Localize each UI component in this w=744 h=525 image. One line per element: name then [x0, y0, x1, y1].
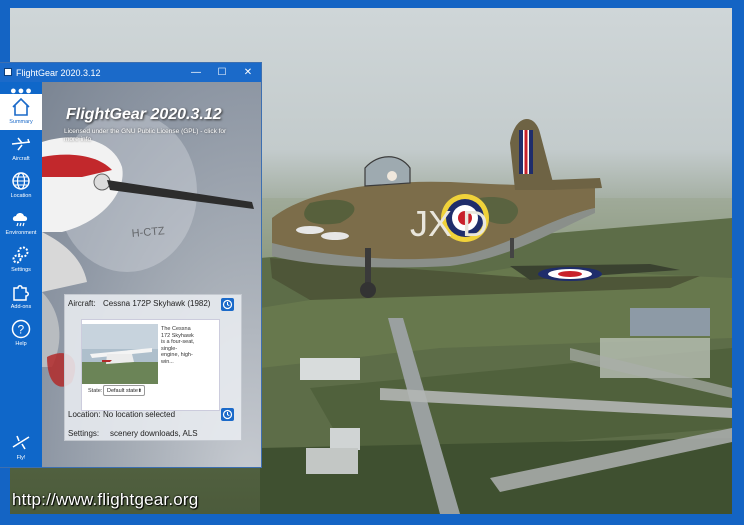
updown-icon: ⬍	[137, 388, 142, 394]
aircraft-preview-card: The Cessna 172 Skyhawk is a four-seat, s…	[81, 319, 220, 411]
sidebar-item-settings[interactable]: Settings	[0, 242, 42, 278]
aircraft-history-button[interactable]	[221, 298, 234, 311]
location-label: Location:	[68, 410, 101, 419]
app-icon	[4, 68, 12, 76]
aircraft-thumbnail[interactable]	[82, 324, 158, 384]
sidebar-item-help[interactable]: ? Help	[0, 316, 42, 352]
sidebar-item-label: Fly!	[16, 455, 26, 461]
globe-icon	[12, 172, 30, 190]
gears-icon	[12, 246, 29, 264]
window-titlebar[interactable]: FlightGear 2020.3.12 — ☐ ✕	[0, 63, 261, 82]
sidebar-item-addons[interactable]: Add-ons	[0, 279, 42, 315]
fly-icon	[12, 435, 30, 450]
launcher-window: FlightGear 2020.3.12 — ☐ ✕ ●●● Summary A…	[0, 63, 261, 467]
sidebar-item-label: Add-ons	[10, 304, 32, 310]
state-value: Default state	[107, 388, 138, 394]
sidebar-item-label: Aircraft	[12, 156, 30, 162]
sidebar-item-summary[interactable]: Summary	[0, 94, 42, 130]
clock-icon	[222, 299, 233, 310]
app-title: FlightGear 2020.3.12	[66, 106, 222, 123]
sidebar-item-aircraft[interactable]: Aircraft	[0, 131, 42, 167]
aircraft-description: The Cessna 172 Skyhawk is a four-seat, s…	[161, 326, 195, 365]
settings-label: Settings:	[68, 429, 100, 438]
sidebar-item-label: Settings	[11, 267, 31, 273]
help-icon: ?	[11, 319, 31, 339]
sidebar-item-environment[interactable]: Environment	[0, 205, 42, 241]
sidebar-item-label: Summary	[9, 119, 33, 125]
url-watermark: http://www.flightgear.org	[12, 490, 199, 509]
minimize-button[interactable]: —	[183, 65, 209, 80]
close-button[interactable]: ✕	[235, 65, 261, 80]
clock-icon	[222, 409, 233, 420]
home-icon	[12, 97, 30, 116]
aircraft-label: Aircraft:	[68, 299, 96, 308]
location-value[interactable]: No location selected	[103, 410, 175, 419]
sidebar-item-label: Environment	[5, 230, 37, 236]
puzzle-icon	[13, 285, 29, 301]
airplane-icon	[11, 137, 31, 151]
license-link[interactable]: Licensed under the GNU Public License (G…	[64, 128, 234, 144]
weather-icon	[12, 213, 28, 227]
sidebar-item-location[interactable]: Location	[0, 168, 42, 204]
aircraft-value[interactable]: Cessna 172P Skyhawk (1982)	[103, 299, 210, 308]
sidebar: ●●● Summary Aircraft Location Environmen…	[0, 82, 42, 467]
window-title: FlightGear 2020.3.12	[16, 68, 101, 78]
summary-panel: Aircraft: Cessna 172P Skyhawk (1982) The	[64, 294, 242, 441]
sidebar-item-fly[interactable]: Fly!	[0, 430, 42, 466]
summary-page: H-CTZ FlightGear 2020.3.12 Licensed unde…	[42, 82, 261, 467]
svg-text:?: ?	[18, 323, 25, 337]
location-history-button[interactable]	[221, 408, 234, 421]
settings-value[interactable]: scenery downloads, ALS	[110, 429, 198, 438]
state-label: State:	[88, 388, 103, 394]
sidebar-item-label: Help	[15, 341, 27, 347]
aircraft-markings: JX D	[410, 203, 488, 244]
sidebar-item-label: Location	[10, 193, 32, 199]
state-select[interactable]: Default state ⬍	[103, 385, 145, 396]
maximize-button[interactable]: ☐	[209, 65, 235, 80]
